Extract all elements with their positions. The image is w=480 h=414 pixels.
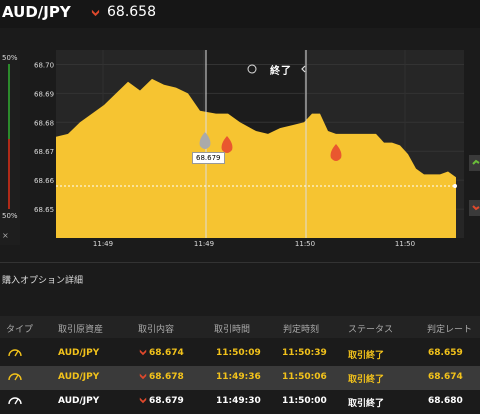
judge-time: 11:50:00 <box>282 396 327 406</box>
col-status: ステータス <box>348 325 394 335</box>
col-judge: 判定時刻 <box>283 325 320 335</box>
status: 取引終了 <box>348 375 385 385</box>
time: 11:49:36 <box>216 372 261 382</box>
table-row[interactable]: AUD/JPY 68.674 11:50:09 11:50:39 取引終了 68… <box>0 342 480 366</box>
y-tick-label: 68.65 <box>34 206 54 214</box>
down-direction-icon <box>139 349 147 356</box>
y-tick-label: 68.70 <box>34 61 54 69</box>
judge-time: 11:50:39 <box>282 348 327 358</box>
rate-chart: 68.70 68.69 68.68 68.67 68.66 68.65 11:49 11:4… <box>34 50 480 248</box>
x-tick-label: 11:49 <box>194 240 214 248</box>
gauge-icon <box>8 373 22 381</box>
x-tick-label: 11:50 <box>395 240 415 248</box>
asset: AUD/JPY <box>58 396 100 406</box>
current-rate-dot <box>453 184 457 188</box>
time: 11:49:30 <box>216 396 261 406</box>
y-tick-label: 68.69 <box>34 90 54 98</box>
table-row[interactable]: AUD/JPY 68.679 11:49:30 11:50:00 取引終了 68… <box>0 390 480 414</box>
table-header: タイプ 取引原資産 取引内容 取引時間 判定時刻 ステータス 判定レート <box>0 316 480 338</box>
down-direction-icon <box>139 397 147 404</box>
judge-rate: 68.659 <box>428 348 463 358</box>
close-label: 終了 <box>270 66 292 77</box>
col-asset: 取引原資産 <box>58 325 104 335</box>
asset: AUD/JPY <box>58 348 100 358</box>
col-time: 取引時間 <box>214 325 251 335</box>
status: 取引終了 <box>348 351 385 361</box>
section-title: 購入オプション詳細 <box>2 276 84 286</box>
x-tick-label: 11:50 <box>295 240 315 248</box>
judge-rate: 68.674 <box>428 372 463 382</box>
y-tick-label: 68.66 <box>34 177 55 185</box>
judge-time: 11:50:06 <box>282 372 327 382</box>
price: 68.679 <box>149 396 184 406</box>
time: 11:50:09 <box>216 348 261 358</box>
asset: AUD/JPY <box>58 372 100 382</box>
y-tick-label: 68.67 <box>34 148 54 156</box>
table-row[interactable]: AUD/JPY 68.678 11:49:36 11:50:06 取引終了 68… <box>0 366 480 390</box>
price: 68.674 <box>149 348 184 358</box>
status: 取引終了 <box>348 399 385 409</box>
judge-rate: 68.680 <box>428 396 463 406</box>
down-direction-icon <box>139 373 147 380</box>
gauge-icon <box>8 397 22 405</box>
col-rate: 判定レート <box>427 325 473 335</box>
gauge-icon <box>8 349 22 357</box>
x-tick-label: 11:49 <box>93 240 113 248</box>
rate-tooltip: 68.679 <box>192 152 225 164</box>
y-tick-label: 68.68 <box>34 119 54 127</box>
col-type: タイプ <box>6 325 34 335</box>
price: 68.678 <box>149 372 184 382</box>
col-content: 取引内容 <box>138 325 175 335</box>
section-divider <box>0 262 480 263</box>
